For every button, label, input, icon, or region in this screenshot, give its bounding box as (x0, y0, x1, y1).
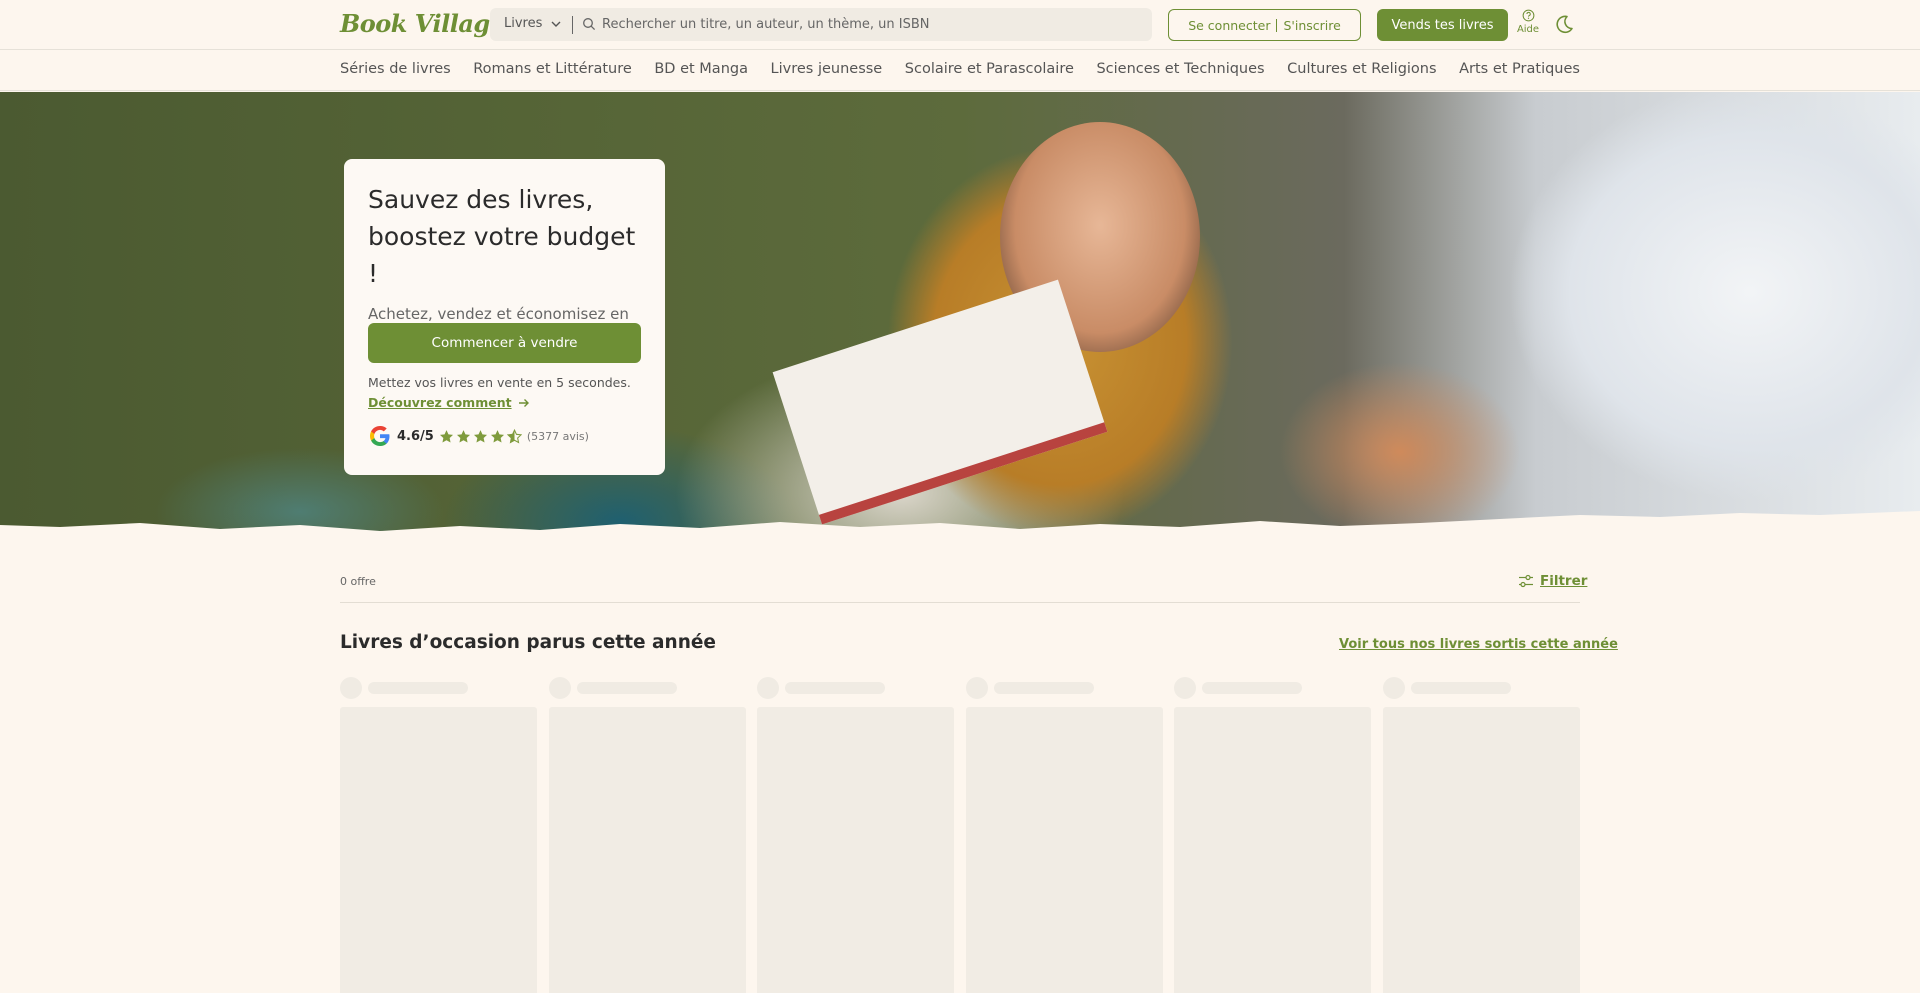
category-nav: Séries de livres Romans et Littérature B… (0, 51, 1920, 91)
text-placeholder (785, 681, 886, 694)
sell-books-button[interactable]: Vends tes livres (1377, 9, 1508, 41)
cover-placeholder (1174, 707, 1372, 993)
rating-stars (439, 428, 522, 444)
category-link[interactable]: Livres jeunesse (771, 61, 883, 77)
category-link[interactable]: BD et Manga (654, 61, 748, 77)
cover-placeholder (340, 707, 537, 993)
help-button[interactable]: Aide (1515, 9, 1541, 41)
rating-count: (5377 avis) (526, 429, 589, 443)
help-label: Aide (1516, 24, 1540, 35)
hero-title-line2: boostez votre budget ! (368, 222, 636, 288)
rating-score: 4.6/5 (397, 428, 434, 444)
cover-placeholder (1382, 707, 1580, 993)
auth-separator (1276, 18, 1278, 32)
category-link[interactable]: Cultures et Religions (1287, 61, 1436, 77)
avatar-placeholder (548, 676, 571, 699)
site-logo[interactable]: Book Village (340, 9, 505, 38)
help-icon (1522, 9, 1534, 22)
avatar-placeholder (757, 676, 780, 699)
login-link[interactable]: Se connecter (1188, 18, 1270, 33)
hero-note: Mettez vos livres en vente en 5 secondes… (368, 375, 631, 390)
hero-banner (0, 92, 1920, 541)
chevron-down-icon[interactable] (550, 18, 562, 30)
hero-photo-book (772, 279, 1108, 525)
avatar-placeholder (1174, 676, 1197, 699)
cover-placeholder (965, 707, 1163, 993)
start-selling-button[interactable]: Commencer à vendre (368, 323, 641, 363)
text-placeholder (368, 681, 468, 694)
filter-sliders-icon (1519, 574, 1533, 588)
text-placeholder (1202, 681, 1303, 694)
category-link[interactable]: Romans et Littérature (473, 61, 632, 77)
book-card-placeholder[interactable] (1382, 676, 1580, 993)
hero-card: Sauvez des livres, boostez votre budget … (344, 159, 665, 475)
book-card-placeholder[interactable] (965, 676, 1163, 993)
search-bar: Livres (490, 8, 1152, 41)
star-icon (490, 429, 504, 442)
search-input[interactable] (602, 12, 1132, 37)
search-category-select[interactable]: Livres (504, 16, 542, 31)
filter-label: Filtrer (1540, 573, 1588, 589)
offer-count: 0 offre (340, 575, 376, 588)
section-title: Livres d’occasion parus cette année (340, 632, 716, 653)
star-half-icon (506, 428, 522, 444)
cover-placeholder (757, 707, 955, 993)
auth-button[interactable]: Se connecter S'inscrire (1168, 9, 1361, 41)
paper-tear-edge (0, 511, 1920, 541)
discover-link-label: Découvrez comment (368, 395, 512, 410)
avatar-placeholder (965, 676, 988, 699)
search-icon (583, 18, 596, 31)
filter-button[interactable]: Filtrer (1518, 573, 1587, 589)
star-icon (439, 429, 453, 442)
google-rating: 4.6/5 (5377 avis) (368, 424, 589, 448)
arrow-right-icon (518, 398, 529, 407)
google-icon (370, 426, 390, 446)
star-icon (456, 429, 470, 442)
top-header: Book Village Livres Se connecter S'inscr… (0, 0, 1920, 50)
text-placeholder (576, 681, 677, 694)
avatar-placeholder (340, 676, 362, 699)
signup-link[interactable]: S'inscrire (1283, 18, 1340, 33)
book-card-grid (340, 676, 1580, 993)
book-card-placeholder[interactable] (757, 676, 955, 993)
avatar-placeholder (1382, 676, 1405, 699)
search-separator (572, 16, 573, 34)
book-card-placeholder[interactable] (548, 676, 746, 993)
category-link[interactable]: Séries de livres (340, 61, 451, 77)
category-link[interactable]: Scolaire et Parascolaire (905, 61, 1074, 77)
text-placeholder (993, 681, 1094, 694)
hero-title-line1: Sauvez des livres, (368, 185, 594, 214)
book-card-placeholder[interactable] (340, 676, 537, 993)
see-all-link[interactable]: Voir tous nos livres sortis cette année (1339, 637, 1618, 652)
moon-icon[interactable] (1553, 13, 1575, 35)
book-card-placeholder[interactable] (1174, 676, 1372, 993)
star-icon (473, 429, 487, 442)
category-link[interactable]: Sciences et Techniques (1096, 61, 1264, 77)
hero-title: Sauvez des livres, boostez votre budget … (368, 181, 641, 292)
cover-placeholder (548, 707, 746, 993)
category-link[interactable]: Arts et Pratiques (1459, 61, 1580, 77)
section-divider (340, 602, 1580, 603)
text-placeholder (1410, 681, 1511, 694)
discover-link[interactable]: Découvrez comment (368, 395, 530, 410)
